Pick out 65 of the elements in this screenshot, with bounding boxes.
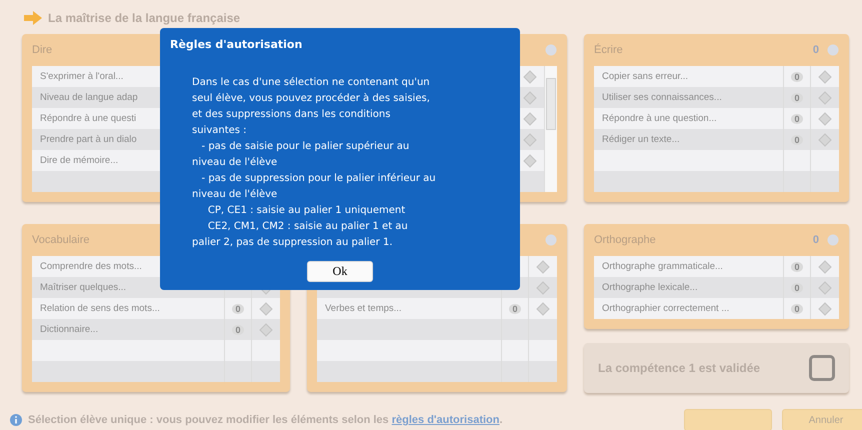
diamond-icon (523, 112, 537, 126)
diamond-icon (536, 260, 550, 274)
item-label[interactable]: Rédiger un texte... (602, 134, 680, 145)
item-label[interactable]: Dictionnaire... (40, 324, 98, 335)
diamond-icon (523, 70, 537, 84)
diamond-icon (818, 90, 832, 104)
diamond-icon (818, 302, 832, 316)
circle-icon (827, 44, 839, 56)
diamond-icon (523, 132, 537, 146)
diamond-icon (523, 154, 537, 168)
count-badge[interactable]: 0 (232, 304, 244, 314)
count-badge[interactable]: 0 (509, 304, 520, 314)
item-label[interactable]: Prendre part à un dialo (40, 134, 137, 145)
diamond-icon (818, 70, 832, 84)
count-badge[interactable]: 0 (232, 324, 244, 334)
section-title: La maîtrise de la langue française (48, 11, 240, 25)
dialog-text: Dans le cas d'une sélection ne contenant qu'un seul élève, vous pouvez procéder à des saisies, et des suppressions dans les conditions suivantes : - pas de saisie pour le palier supérieur au niveau de l'élève - pas de suppression pour le palier inférieur au niveau de l'élève CP, CE1 : saisie au palier 1 uniquement CE2, CM1, CM2 : saisie au palier 1 et au palier 2, pas de suppression au palier 1. (191, 76, 437, 250)
panel-title: Écrire (594, 44, 623, 56)
item-label[interactable]: Répondre à une question... (602, 113, 717, 124)
item-label[interactable]: Orthographe lexicale... (602, 282, 698, 293)
diamond-icon (818, 280, 832, 294)
checkbox[interactable] (809, 355, 835, 381)
circle-icon (545, 44, 557, 56)
count-badge[interactable]: 0 (791, 114, 802, 124)
count-badge[interactable]: 0 (791, 282, 802, 292)
item-label[interactable]: Relation de sens des mots... (40, 303, 160, 314)
count-badge[interactable]: 0 (791, 72, 802, 82)
diamond-icon (818, 112, 832, 126)
count-badge[interactable]: 0 (791, 262, 802, 272)
panel-title: Dire (32, 44, 52, 56)
ok-button[interactable]: Ok (307, 261, 373, 282)
item-label[interactable]: Verbes et temps... (325, 303, 402, 314)
count-label: 0 (812, 44, 819, 56)
item-label[interactable]: Niveau de langue adap (40, 92, 138, 103)
item-label[interactable]: Copier sans erreur... (602, 71, 688, 82)
count-badge[interactable]: 0 (791, 92, 802, 102)
circle-icon (545, 234, 557, 246)
item-label[interactable]: Orthographier correctement ... (602, 303, 730, 314)
count-badge[interactable]: 0 (791, 134, 802, 144)
item-label[interactable]: S'exprimer à l'oral... (40, 71, 124, 82)
diamond-icon (259, 322, 273, 336)
arrow-icon (24, 11, 42, 25)
action-button[interactable] (684, 409, 772, 430)
diamond-icon (818, 260, 832, 274)
item-label[interactable]: Maîtriser quelques... (40, 282, 126, 293)
diamond-icon (523, 90, 537, 104)
panel-title: Vocabulaire (32, 234, 90, 246)
count-label: 0 (812, 234, 819, 246)
info-message: Sélection élève unique : vous pouvez modifier les éléments selon les règles d'autorisation. (28, 414, 503, 426)
panel-title: Orthographe (594, 234, 656, 246)
item-label[interactable]: Utiliser ses connaissances... (602, 92, 722, 103)
cancel-button[interactable]: Annuler (782, 409, 862, 430)
dialog-title: Règles d'autorisation (170, 38, 304, 51)
item-label[interactable]: Orthographe grammaticale... (602, 261, 723, 272)
diamond-icon (536, 302, 550, 316)
item-label[interactable]: Dire de mémoire... (40, 155, 118, 166)
count-badge[interactable]: 0 (791, 304, 802, 314)
rules-link[interactable]: règles d'autorisation (392, 414, 500, 426)
circle-icon (827, 234, 839, 246)
diamond-icon (536, 280, 550, 294)
scrollbar[interactable] (544, 66, 557, 192)
item-label[interactable]: Répondre à une questi (40, 113, 136, 124)
info-icon (10, 414, 22, 426)
diamond-icon (259, 302, 273, 316)
diamond-icon (818, 132, 832, 146)
